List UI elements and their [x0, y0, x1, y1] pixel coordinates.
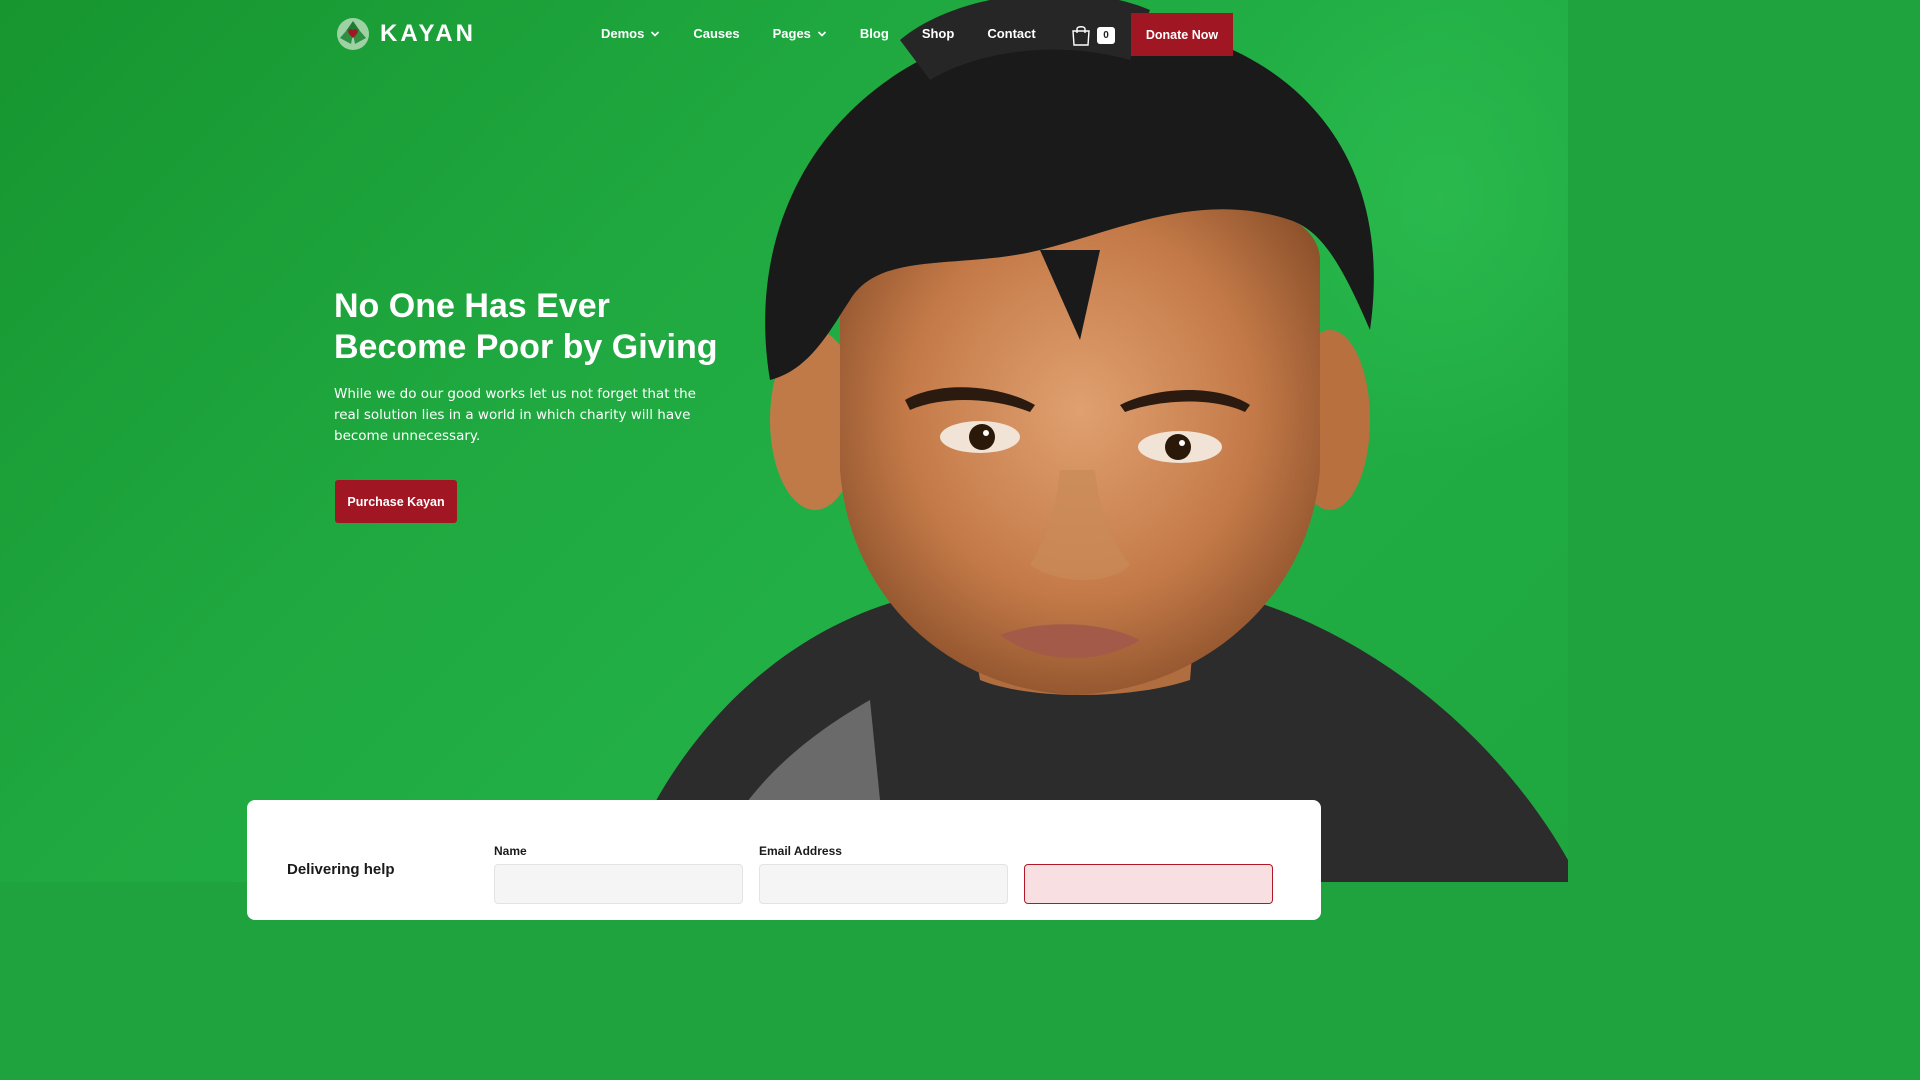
name-field[interactable]: [494, 864, 743, 904]
nav-item-label: Contact: [987, 26, 1036, 41]
hero-title-line-2: Become Poor by Giving: [334, 328, 718, 366]
hero-portrait-image: [620, 0, 1568, 882]
email-field[interactable]: [759, 864, 1008, 904]
form-heading: Delivering help: [287, 861, 395, 878]
nav-item-blog[interactable]: Blog: [860, 26, 889, 41]
nav-item-label: Demos: [601, 26, 645, 41]
chevron-down-icon: [817, 30, 826, 37]
main-nav: Demos Causes Pages Blog Shop Contact: [601, 26, 1069, 41]
email-label: Email Address: [759, 844, 842, 858]
name-label: Name: [494, 844, 527, 858]
form-submit-button[interactable]: [1024, 864, 1273, 904]
hero-subtitle: While we do our good works let us not fo…: [334, 386, 696, 444]
nav-item-pages[interactable]: Pages: [773, 26, 827, 41]
cart-button[interactable]: 0: [1071, 24, 1115, 46]
purchase-kayan-button[interactable]: Purchase Kayan: [335, 480, 457, 523]
brand-name: KAYAN: [380, 20, 476, 47]
hero-title: No One Has Ever Become Poor by Giving: [334, 286, 754, 368]
chevron-down-icon: [651, 30, 660, 37]
hero-section: [0, 0, 1568, 882]
nav-item-causes[interactable]: Causes: [693, 26, 739, 41]
kayan-logo-icon: [337, 18, 369, 50]
cart-count-badge: 0: [1097, 26, 1115, 44]
hero-title-line-1: No One Has Ever: [334, 287, 610, 325]
nav-item-label: Shop: [921, 26, 955, 41]
nav-item-contact[interactable]: Contact: [987, 26, 1035, 41]
brand-logo[interactable]: KAYAN: [336, 17, 476, 51]
shopping-bag-icon: [1072, 26, 1090, 46]
nav-item-label: Blog: [859, 26, 889, 41]
nav-item-demos[interactable]: Demos: [601, 26, 660, 41]
nav-item-label: Causes: [693, 26, 740, 41]
donation-form-card: Delivering help Name Email Address: [247, 800, 1321, 920]
site-header: KAYAN Demos Causes Pages Blog Shop Conta…: [0, 0, 1568, 70]
nav-item-shop[interactable]: Shop: [922, 26, 955, 41]
nav-item-label: Pages: [772, 26, 811, 41]
donate-now-button[interactable]: Donate Now: [1131, 13, 1233, 56]
